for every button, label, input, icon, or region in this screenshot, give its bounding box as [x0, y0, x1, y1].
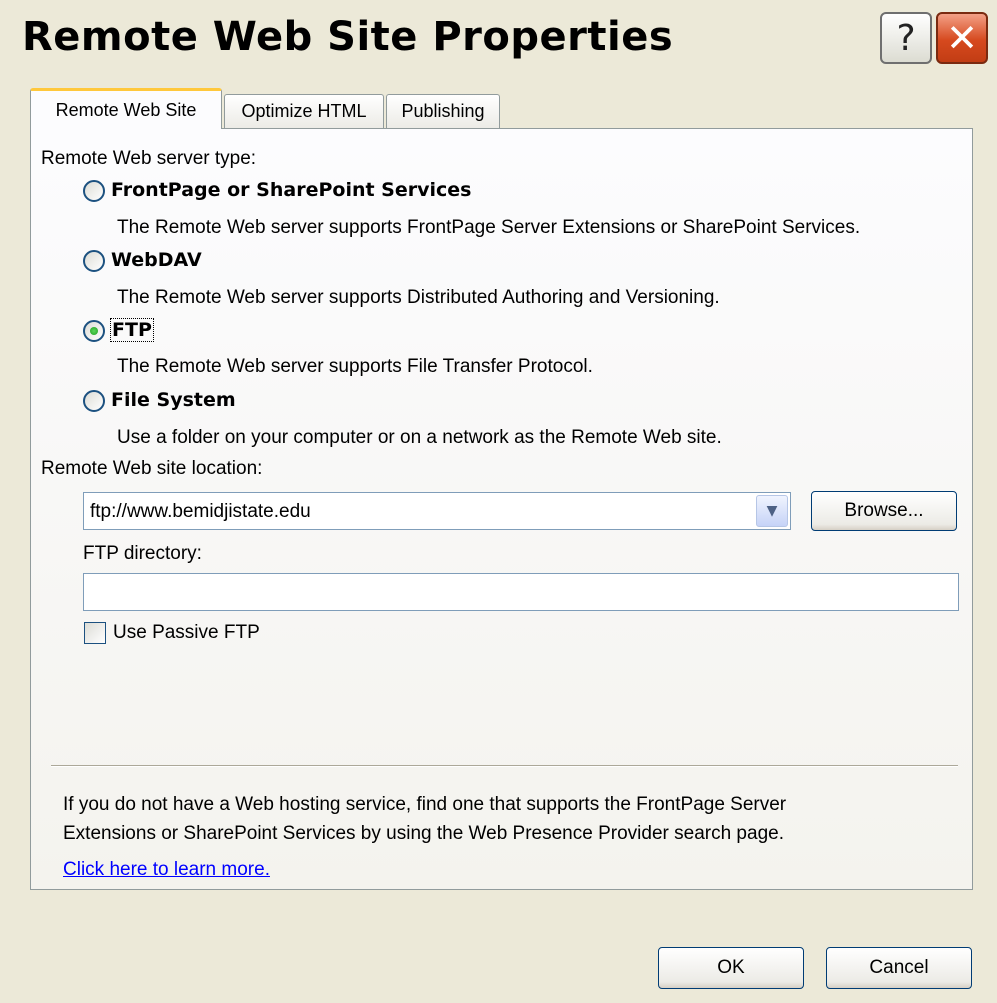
tab-remote-web-site[interactable]: Remote Web Site [30, 88, 222, 129]
title-bar[interactable]: Remote Web Site Properties ? ✕ [0, 0, 997, 82]
file-system-description: Use a folder on your computer or on a ne… [117, 427, 722, 448]
combobox-dropdown-button[interactable]: ▼ [756, 495, 788, 527]
radio-frontpage[interactable] [83, 180, 105, 202]
divider [51, 765, 958, 767]
browse-button[interactable]: Browse... [811, 491, 957, 531]
location-label: Remote Web site location: [41, 458, 263, 479]
server-type-label: Remote Web server type: [41, 148, 257, 169]
learn-more-link[interactable]: Click here to learn more. [63, 859, 270, 881]
dialog-window: Remote Web Site Properties ? ✕ Remote We… [0, 0, 997, 1003]
info-text-line1: If you do not have a Web hosting service… [63, 794, 787, 815]
radio-dot [90, 327, 98, 335]
chevron-down-icon: ▼ [766, 503, 778, 519]
radio-frontpage-label[interactable]: FrontPage or SharePoint Services [111, 179, 471, 201]
ftp-directory-label: FTP directory: [83, 543, 202, 564]
tab-panel: Remote Web server type: FrontPage or Sha… [30, 128, 973, 890]
tab-optimize-html[interactable]: Optimize HTML [224, 94, 384, 128]
radio-ftp[interactable] [83, 320, 105, 342]
help-button[interactable]: ? [880, 12, 932, 64]
info-text-line2: Extensions or SharePoint Services by usi… [63, 823, 784, 844]
radio-ftp-label[interactable]: FTP [110, 318, 154, 342]
window-title: Remote Web Site Properties [22, 14, 674, 60]
passive-ftp-label[interactable]: Use Passive FTP [113, 622, 260, 644]
webdav-description: The Remote Web server supports Distribut… [117, 287, 720, 308]
passive-ftp-checkbox[interactable] [84, 622, 106, 644]
close-button[interactable]: ✕ [936, 12, 988, 64]
radio-file-system-label[interactable]: File System [111, 389, 236, 411]
frontpage-description: The Remote Web server supports FrontPage… [117, 217, 861, 238]
help-icon: ? [896, 17, 916, 59]
ftp-description: The Remote Web server supports File Tran… [117, 356, 593, 377]
radio-webdav-label[interactable]: WebDAV [111, 249, 202, 271]
radio-webdav[interactable] [83, 250, 105, 272]
tab-publishing[interactable]: Publishing [386, 94, 500, 128]
window-frame-left [0, 82, 10, 1003]
close-icon: ✕ [946, 16, 978, 60]
ftp-directory-input[interactable] [83, 573, 959, 611]
radio-file-system[interactable] [83, 390, 105, 412]
location-value: ftp://www.bemidjistate.edu [90, 501, 311, 522]
location-combobox[interactable]: ftp://www.bemidjistate.edu ▼ [83, 492, 791, 530]
cancel-button[interactable]: Cancel [826, 947, 972, 989]
ok-button[interactable]: OK [658, 947, 804, 989]
